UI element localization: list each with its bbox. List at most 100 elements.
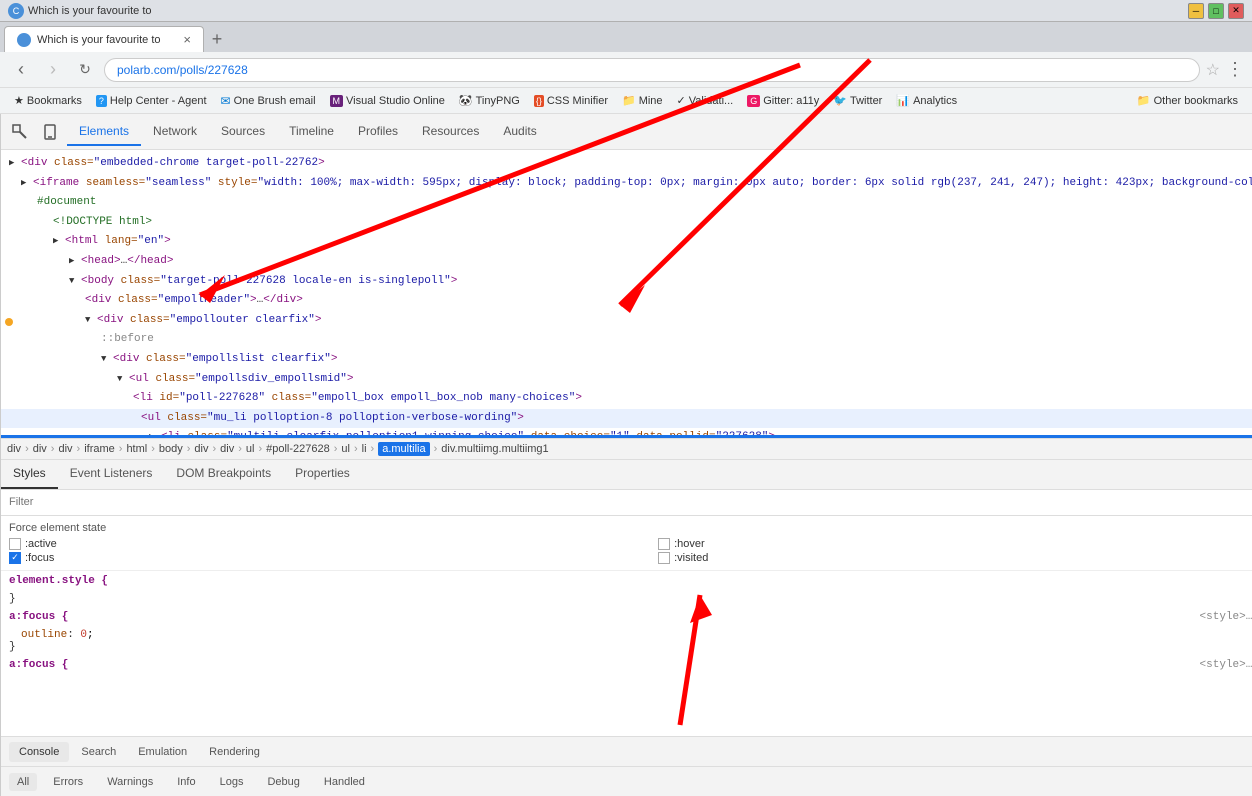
visited-checkbox[interactable] <box>658 552 670 564</box>
back-button[interactable]: ‹ <box>8 57 34 83</box>
refresh-button[interactable]: ↻ <box>72 57 98 83</box>
inspect-element-button[interactable] <box>7 119 33 145</box>
breadcrumb-div5[interactable]: div <box>220 443 234 455</box>
css-source-link2[interactable]: <style>…</style> <box>1200 659 1252 671</box>
force-state-label: Force element state <box>9 522 1252 534</box>
folder-icon: 📁 <box>1137 94 1151 107</box>
close-button[interactable]: ✕ <box>1228 3 1244 19</box>
css-source-link[interactable]: <style>…</style> <box>1200 611 1252 623</box>
browser-menu-icon[interactable]: ⋮ <box>1226 59 1244 80</box>
bookmark-item-cssminifier[interactable]: {} CSS Minifier <box>528 93 614 109</box>
breadcrumb-ul[interactable]: ul <box>246 443 255 455</box>
state-active[interactable]: :active <box>9 538 656 550</box>
bookmark-item-help[interactable]: ? Help Center - Agent <box>90 93 213 109</box>
console-filter-debug[interactable]: Debug <box>259 773 307 791</box>
tab-timeline[interactable]: Timeline <box>277 118 346 146</box>
url-bar[interactable] <box>104 58 1200 82</box>
tab-dom-breakpoints[interactable]: DOM Breakpoints <box>164 460 283 489</box>
bookmark-item-tinypng[interactable]: 🐼 TinyPNG <box>453 92 526 109</box>
breadcrumb-li[interactable]: li <box>362 443 367 455</box>
maximize-button[interactable]: □ <box>1208 3 1224 19</box>
tab-resources[interactable]: Resources <box>410 118 491 146</box>
console-filter-logs[interactable]: Logs <box>212 773 252 791</box>
tab-profiles[interactable]: Profiles <box>346 118 410 146</box>
tab-sources[interactable]: Sources <box>209 118 277 146</box>
breadcrumb-div2[interactable]: div <box>33 443 47 455</box>
tab-styles[interactable]: Styles <box>1 460 58 489</box>
forward-button[interactable]: › <box>40 57 66 83</box>
html-line[interactable]: ▼ <div class="empollslist clearfix"> <box>1 350 1252 370</box>
css-selector: a:focus { <box>9 611 68 623</box>
html-line[interactable]: ▼ <ul class="empollsdiv_empollsmid"> <box>1 370 1252 390</box>
tab-network[interactable]: Network <box>141 118 209 146</box>
bookmark-item-onebrush[interactable]: ✉ One Brush email <box>215 92 322 110</box>
html-line[interactable]: <!DOCTYPE html> <box>1 213 1252 233</box>
tab-close-button[interactable]: × <box>183 32 191 47</box>
css-property-name: outline <box>9 629 67 641</box>
focus-label: :focus <box>25 552 54 564</box>
breadcrumb-a-multilia[interactable]: a.multilia <box>378 442 429 456</box>
bookmark-item-twitter[interactable]: 🐦 Twitter <box>827 92 888 109</box>
console-filter-handled[interactable]: Handled <box>316 773 373 791</box>
devtools-bottom-bar: Console Search Emulation Rendering <box>1 736 1252 766</box>
html-line[interactable]: <div class="empollheader">…</div> <box>1 291 1252 311</box>
minimize-button[interactable]: ─ <box>1188 3 1204 19</box>
html-line[interactable]: ▶ <head>…</head> <box>1 252 1252 272</box>
console-filter-all[interactable]: All <box>9 773 37 791</box>
tab-audits[interactable]: Audits <box>491 118 548 146</box>
hover-checkbox[interactable] <box>658 538 670 550</box>
html-line[interactable]: #document <box>1 193 1252 213</box>
new-tab-button[interactable]: + <box>204 26 230 52</box>
tab-event-listeners[interactable]: Event Listeners <box>58 460 165 489</box>
bookmark-item-other[interactable]: 📁 Other bookmarks <box>1131 92 1244 109</box>
console-filter-errors[interactable]: Errors <box>45 773 91 791</box>
bookmark-star-icon[interactable]: ☆ <box>1206 60 1220 80</box>
html-line[interactable]: ▼ <body class="target-poll-227628 locale… <box>1 272 1252 292</box>
state-focus[interactable]: :focus <box>9 552 656 564</box>
breadcrumb-div-multiimg[interactable]: div.multiimg.multiimg1 <box>441 443 548 455</box>
breadcrumb-html[interactable]: html <box>126 443 147 455</box>
bottom-tab-rendering[interactable]: Rendering <box>199 742 270 762</box>
bottom-tab-emulation[interactable]: Emulation <box>128 742 197 762</box>
console-filter-info[interactable]: Info <box>169 773 203 791</box>
bookmark-item-vsonline[interactable]: M Visual Studio Online <box>324 93 451 109</box>
css-brace: } <box>9 641 16 653</box>
breadcrumb-body[interactable]: body <box>159 443 183 455</box>
hover-label: :hover <box>674 538 705 550</box>
bookmark-label: CSS Minifier <box>547 95 608 107</box>
html-line[interactable]: ▶ <html lang="en"> <box>1 232 1252 252</box>
bookmark-item-bookmarks[interactable]: ★ Bookmarks <box>8 92 88 109</box>
bottom-tab-search[interactable]: Search <box>71 742 126 762</box>
bookmark-item-mine[interactable]: 📁 Mine <box>616 92 669 109</box>
breadcrumb-poll[interactable]: #poll-227628 <box>266 443 330 455</box>
html-line[interactable]: ▼ <div class="empollouter clearfix"> <box>1 311 1252 331</box>
breadcrumb-iframe[interactable]: iframe <box>84 443 115 455</box>
console-filter-warnings[interactable]: Warnings <box>99 773 161 791</box>
breadcrumb-ul2[interactable]: ul <box>341 443 350 455</box>
cssminifier-icon: {} <box>534 95 544 107</box>
html-line[interactable]: <li id="poll-227628" class="empoll_box e… <box>1 389 1252 409</box>
tab-elements[interactable]: Elements <box>67 118 141 146</box>
browser-tab[interactable]: Which is your favourite to × <box>4 26 204 52</box>
breadcrumb-div1[interactable]: div <box>7 443 21 455</box>
focus-checkbox[interactable] <box>9 552 21 564</box>
html-line[interactable]: <ul class="mu_li polloption-8 polloption… <box>1 409 1252 429</box>
html-panel: ▶ <div class="embedded-chrome target-pol… <box>1 150 1252 438</box>
breadcrumb-div3[interactable]: div <box>58 443 72 455</box>
breadcrumb-div4[interactable]: div <box>194 443 208 455</box>
bookmark-item-validation[interactable]: ✓ Validati... <box>671 92 740 109</box>
state-visited[interactable]: :visited <box>658 552 1252 564</box>
bookmark-item-gitter[interactable]: G Gitter: a11y <box>741 93 825 109</box>
bookmark-item-analytics[interactable]: 📊 Analytics <box>890 92 963 109</box>
tab-properties[interactable]: Properties <box>283 460 362 489</box>
bottom-tab-console[interactable]: Console <box>9 742 69 762</box>
device-mode-button[interactable] <box>37 119 63 145</box>
filter-input[interactable] <box>9 496 1252 508</box>
state-hover[interactable]: :hover <box>658 538 1252 550</box>
html-line[interactable]: ▶ <iframe seamless="seamless" style="wid… <box>1 174 1252 194</box>
html-line[interactable]: ▶ <div class="embedded-chrome target-pol… <box>1 154 1252 174</box>
html-line[interactable]: ::before <box>1 330 1252 350</box>
active-checkbox[interactable] <box>9 538 21 550</box>
bookmark-label: Analytics <box>913 95 957 107</box>
html-line[interactable]: ▶ <li class="multili clearfix polloption… <box>1 428 1252 437</box>
